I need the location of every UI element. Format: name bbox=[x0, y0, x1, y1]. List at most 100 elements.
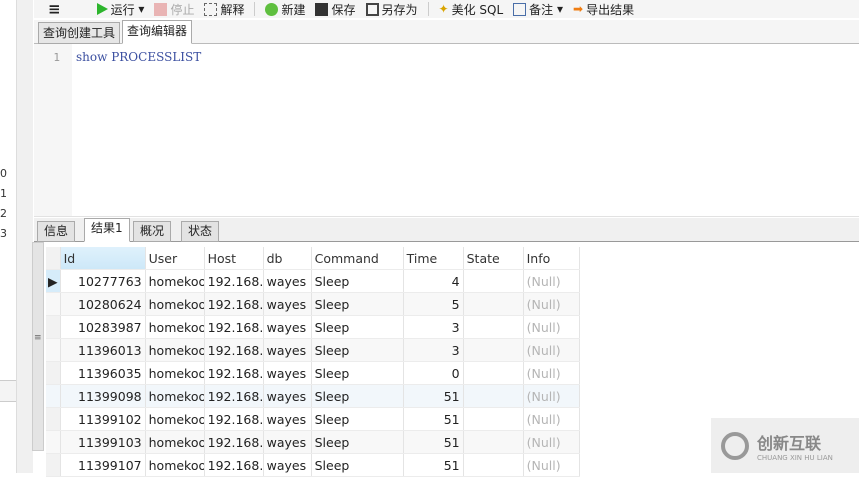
stop-button[interactable]: 停止 bbox=[154, 1, 194, 18]
cell-time[interactable]: 0 bbox=[403, 361, 464, 385]
splitter[interactable] bbox=[17, 0, 33, 473]
vertical-scrollbar[interactable]: ≡ bbox=[32, 242, 44, 451]
cell-user[interactable]: homekoo bbox=[145, 453, 205, 477]
table-row[interactable]: 11399098homekoo192.168.1wayesSleep51 (Nul… bbox=[46, 384, 580, 408]
table-row[interactable]: 10283987homekoo192.168.1wayesSleep3 (Null… bbox=[46, 315, 580, 339]
cell-id[interactable]: 11399103 bbox=[60, 430, 146, 454]
cell-db[interactable]: wayes bbox=[263, 292, 312, 316]
row-indicator[interactable] bbox=[46, 292, 61, 316]
cell-state[interactable] bbox=[463, 338, 524, 362]
table-row[interactable]: ▶10277763homekoo192.168.1wayesSleep4 (Nul… bbox=[46, 269, 580, 293]
cell-user[interactable]: homekoo bbox=[145, 338, 205, 362]
column-header-command[interactable]: Command bbox=[311, 247, 404, 270]
cell-info[interactable]: (Null) bbox=[523, 292, 580, 316]
sql-code[interactable]: show PROCESSLIST bbox=[76, 50, 201, 64]
row-indicator[interactable] bbox=[46, 453, 61, 477]
cell-info[interactable]: (Null) bbox=[523, 384, 580, 408]
cell-host[interactable]: 192.168.1 bbox=[204, 361, 264, 385]
column-header-host[interactable]: Host bbox=[204, 247, 264, 270]
cell-time[interactable]: 5 bbox=[403, 292, 464, 316]
table-row[interactable]: 11399103homekoo192.168.1wayesSleep51 (Nul… bbox=[46, 430, 580, 454]
beautify-sql-button[interactable]: ✦ 美化 SQL bbox=[439, 1, 504, 18]
table-row[interactable]: 11396013homekoo192.168.1wayesSleep3 (Null… bbox=[46, 338, 580, 362]
cell-user[interactable]: homekoo bbox=[145, 407, 205, 431]
cell-host[interactable]: 192.168.1 bbox=[204, 453, 264, 477]
table-row[interactable]: 11396035homekoo192.168.1wayesSleep0 (Null… bbox=[46, 361, 580, 385]
cell-user[interactable]: homekoo bbox=[145, 269, 205, 293]
tab-query-editor[interactable]: 查询编辑器 bbox=[122, 20, 193, 44]
cell-state[interactable] bbox=[463, 407, 524, 431]
tab-info[interactable]: 信息 bbox=[37, 221, 76, 242]
cell-info[interactable]: (Null) bbox=[523, 430, 580, 454]
cell-command[interactable]: Sleep bbox=[311, 269, 404, 293]
cell-time[interactable]: 3 bbox=[403, 338, 464, 362]
cell-user[interactable]: homekoo bbox=[145, 384, 205, 408]
cell-time[interactable]: 51 bbox=[403, 453, 464, 477]
cell-db[interactable]: wayes bbox=[263, 315, 312, 339]
cell-state[interactable] bbox=[463, 453, 524, 477]
cell-command[interactable]: Sleep bbox=[311, 292, 404, 316]
table-row[interactable]: 10280624homekoo192.168.1wayesSleep5 (Null… bbox=[46, 292, 580, 316]
cell-id[interactable]: 11399098 bbox=[60, 384, 146, 408]
row-indicator[interactable]: ▶ bbox=[46, 269, 61, 293]
row-indicator[interactable] bbox=[46, 361, 61, 385]
cell-command[interactable]: Sleep bbox=[311, 384, 404, 408]
tab-result1[interactable]: 结果1 bbox=[84, 218, 130, 242]
sql-editor[interactable]: 1 show PROCESSLIST bbox=[34, 44, 859, 217]
cell-state[interactable] bbox=[463, 384, 524, 408]
cell-id[interactable]: 11399102 bbox=[60, 407, 146, 431]
cell-host[interactable]: 192.168.1 bbox=[204, 430, 264, 454]
row-indicator[interactable] bbox=[46, 384, 61, 408]
cell-db[interactable]: wayes bbox=[263, 384, 312, 408]
cell-host[interactable]: 192.168.1 bbox=[204, 407, 264, 431]
row-indicator[interactable] bbox=[46, 407, 61, 431]
cell-host[interactable]: 192.168.1 bbox=[204, 292, 264, 316]
cell-db[interactable]: wayes bbox=[263, 361, 312, 385]
menu-button[interactable]: ≡ bbox=[48, 0, 61, 18]
cell-command[interactable]: Sleep bbox=[311, 407, 404, 431]
cell-state[interactable] bbox=[463, 430, 524, 454]
cell-info[interactable]: (Null) bbox=[523, 361, 580, 385]
cell-command[interactable]: Sleep bbox=[311, 338, 404, 362]
cell-db[interactable]: wayes bbox=[263, 407, 312, 431]
cell-state[interactable] bbox=[463, 361, 524, 385]
cell-user[interactable]: homekoo bbox=[145, 430, 205, 454]
cell-info[interactable]: (Null) bbox=[523, 338, 580, 362]
tab-query-builder[interactable]: 查询创建工具 bbox=[38, 22, 121, 44]
explain-button[interactable]: 解释 bbox=[204, 1, 244, 18]
cell-state[interactable] bbox=[463, 315, 524, 339]
cell-id[interactable]: 11396013 bbox=[60, 338, 146, 362]
table-row[interactable]: 11399107homekoo192.168.1wayesSleep51 (Nul… bbox=[46, 453, 580, 477]
row-indicator[interactable] bbox=[46, 315, 61, 339]
cell-command[interactable]: Sleep bbox=[311, 361, 404, 385]
note-button[interactable]: 备注 ▾ bbox=[513, 1, 563, 18]
cell-id[interactable]: 10280624 bbox=[60, 292, 146, 316]
cell-command[interactable]: Sleep bbox=[311, 453, 404, 477]
cell-user[interactable]: homekoo bbox=[145, 315, 205, 339]
row-indicator[interactable] bbox=[46, 338, 61, 362]
cell-info[interactable]: (Null) bbox=[523, 453, 580, 477]
cell-info[interactable]: (Null) bbox=[523, 269, 580, 293]
cell-db[interactable]: wayes bbox=[263, 453, 312, 477]
column-header-time[interactable]: Time bbox=[403, 247, 464, 270]
cell-host[interactable]: 192.168.1 bbox=[204, 315, 264, 339]
cell-host[interactable]: 192.168.1 bbox=[204, 338, 264, 362]
column-header-db[interactable]: db bbox=[263, 247, 312, 270]
cell-db[interactable]: wayes bbox=[263, 430, 312, 454]
cell-id[interactable]: 11399107 bbox=[60, 453, 146, 477]
cell-info[interactable]: (Null) bbox=[523, 315, 580, 339]
cell-db[interactable]: wayes bbox=[263, 338, 312, 362]
run-button[interactable]: 运行 ▾ bbox=[96, 1, 144, 18]
tab-status[interactable]: 状态 bbox=[181, 221, 220, 242]
cell-time[interactable]: 51 bbox=[403, 430, 464, 454]
column-header-info[interactable]: Info bbox=[523, 247, 580, 270]
cell-id[interactable]: 10283987 bbox=[60, 315, 146, 339]
save-as-button[interactable]: 另存为 bbox=[365, 1, 418, 18]
cell-command[interactable]: Sleep bbox=[311, 315, 404, 339]
column-header-user[interactable]: User bbox=[145, 247, 205, 270]
table-row[interactable]: 11399102homekoo192.168.1wayesSleep51 (Nul… bbox=[46, 407, 580, 431]
tab-overview[interactable]: 概况 bbox=[133, 221, 172, 242]
save-button[interactable]: 保存 bbox=[315, 1, 356, 18]
cell-command[interactable]: Sleep bbox=[311, 430, 404, 454]
cell-db[interactable]: wayes bbox=[263, 269, 312, 293]
